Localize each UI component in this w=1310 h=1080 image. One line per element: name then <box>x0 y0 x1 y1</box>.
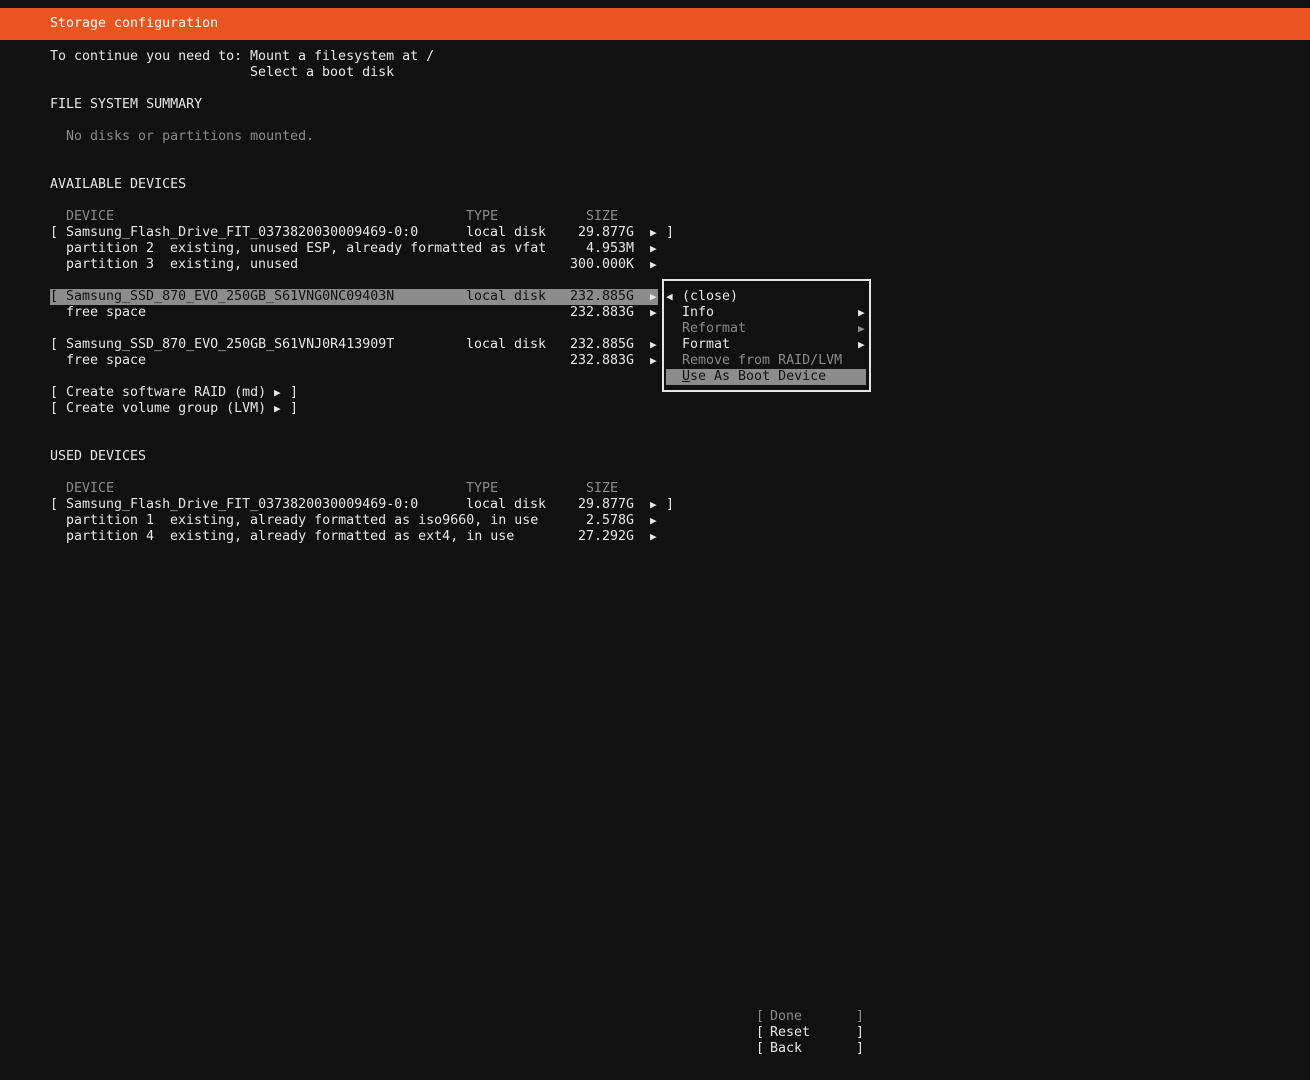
partition-name: partition 2 <box>66 241 155 256</box>
bracket-open: [ <box>756 1009 765 1024</box>
bracket-close: ] <box>666 225 675 240</box>
used-devices-heading: USED DEVICES <box>50 449 147 464</box>
partition-name: partition 3 <box>66 257 155 272</box>
arrow-right-icon[interactable]: ▶ <box>650 497 657 513</box>
partition-size: 4.953M <box>586 241 635 256</box>
col-header-device: DEVICE <box>66 209 115 224</box>
device-size: 29.877G <box>578 497 635 512</box>
arrow-right-icon[interactable]: ▶ <box>650 289 657 305</box>
device-type: local disk <box>466 289 547 304</box>
arrow-right-icon[interactable]: ▶ <box>650 241 657 257</box>
bracket-open: [ <box>50 497 59 512</box>
requirement-item: Mount a filesystem at / <box>250 49 435 64</box>
partition-desc: existing, unused ESP, already formatted … <box>170 241 547 256</box>
bracket-close: ] <box>856 1025 865 1040</box>
arrow-right-icon[interactable]: ▶ <box>650 513 657 529</box>
arrow-left-icon: ◀ <box>666 290 673 303</box>
menu-remove-raid-label: Remove from RAID/LVM <box>682 353 843 368</box>
available-devices-heading: AVAILABLE DEVICES <box>50 177 187 192</box>
device-size: 29.877G <box>578 225 635 240</box>
top-strip <box>0 0 1310 8</box>
fs-summary-heading: FILE SYSTEM SUMMARY <box>50 97 203 112</box>
arrow-right-icon[interactable]: ▶ <box>650 353 657 369</box>
arrow-right-icon: ▶ <box>858 306 865 319</box>
bracket-open: [ <box>756 1041 765 1056</box>
menu-close-label: (close) <box>682 289 739 304</box>
done-label: Done <box>770 1009 803 1024</box>
arrow-right-icon[interactable]: ▶ <box>650 225 657 241</box>
arrow-right-icon: ▶ <box>274 386 281 399</box>
partition-size: 27.292G <box>578 529 635 544</box>
header-bar: Storage configuration <box>0 8 1310 40</box>
arrow-right-icon: ▶ <box>274 402 281 415</box>
col-header-type: TYPE <box>466 209 499 224</box>
partition-size: 300.000K <box>570 257 635 272</box>
device-type: local disk <box>466 225 547 240</box>
bracket-close: ] <box>290 401 299 416</box>
device-size: 232.885G <box>570 289 635 304</box>
device-type: local disk <box>466 337 547 352</box>
bracket-close: ] <box>666 497 675 512</box>
create-lvm-label: Create volume group (LVM) <box>66 401 267 416</box>
col-header-size: SIZE <box>586 209 619 224</box>
bracket-close: ] <box>856 1041 865 1056</box>
bottom-band <box>0 1072 1310 1080</box>
bracket-close: ] <box>290 385 299 400</box>
partition-desc: existing, unused <box>170 257 299 272</box>
device-name: Samsung_Flash_Drive_FIT_0373820030009469… <box>66 225 419 240</box>
bracket-open: [ <box>50 401 59 416</box>
arrow-right-icon[interactable]: ▶ <box>650 257 657 273</box>
device-name: Samsung_Flash_Drive_FIT_0373820030009469… <box>66 497 419 512</box>
arrow-right-icon[interactable]: ▶ <box>650 529 657 545</box>
partition-size: 2.578G <box>586 513 635 528</box>
menu-boot-label: Use As Boot Device <box>682 369 826 385</box>
menu-format-label: Format <box>682 337 731 352</box>
bracket-open: [ <box>50 289 59 304</box>
bracket-open: [ <box>756 1025 765 1040</box>
arrow-right-icon: ▶ <box>858 322 865 335</box>
menu-info-label: Info <box>682 305 715 320</box>
bracket-open: [ <box>50 385 59 400</box>
device-type: local disk <box>466 497 547 512</box>
menu-boot-hotkey: U <box>682 369 691 384</box>
create-raid-label: Create software RAID (md) <box>66 385 267 400</box>
free-space-label: free space <box>66 305 147 320</box>
partition-desc: existing, already formatted as ext4, in … <box>170 529 515 544</box>
col-header-type: TYPE <box>466 481 499 496</box>
menu-reformat-label: Reformat <box>682 321 747 336</box>
col-header-size: SIZE <box>586 481 619 496</box>
device-size: 232.885G <box>570 337 635 352</box>
col-header-device: DEVICE <box>66 481 115 496</box>
bracket-open: [ <box>50 337 59 352</box>
arrow-right-icon[interactable]: ▶ <box>650 305 657 321</box>
partition-name: partition 1 <box>66 513 155 528</box>
bracket-open: [ <box>50 225 59 240</box>
back-label: Back <box>770 1041 803 1056</box>
requirements-label: To continue you need to: <box>50 49 243 64</box>
device-name: Samsung_SSD_870_EVO_250GB_S61VNJ0R413909… <box>66 337 395 352</box>
free-space-size: 232.883G <box>570 305 635 320</box>
partition-desc: existing, already formatted as iso9660, … <box>170 513 539 528</box>
menu-boot-rest: se As Boot Device <box>690 369 827 384</box>
arrow-right-icon: ▶ <box>858 338 865 351</box>
page-title: Storage configuration <box>50 16 219 31</box>
partition-name: partition 4 <box>66 529 155 544</box>
bracket-close: ] <box>856 1009 865 1024</box>
free-space-label: free space <box>66 353 147 368</box>
requirement-item: Select a boot disk <box>250 65 395 80</box>
device-name: Samsung_SSD_870_EVO_250GB_S61VNG0NC09403… <box>66 289 395 304</box>
free-space-size: 232.883G <box>570 353 635 368</box>
arrow-right-icon[interactable]: ▶ <box>650 337 657 353</box>
reset-label: Reset <box>770 1025 811 1040</box>
fs-summary-empty: No disks or partitions mounted. <box>66 129 315 144</box>
